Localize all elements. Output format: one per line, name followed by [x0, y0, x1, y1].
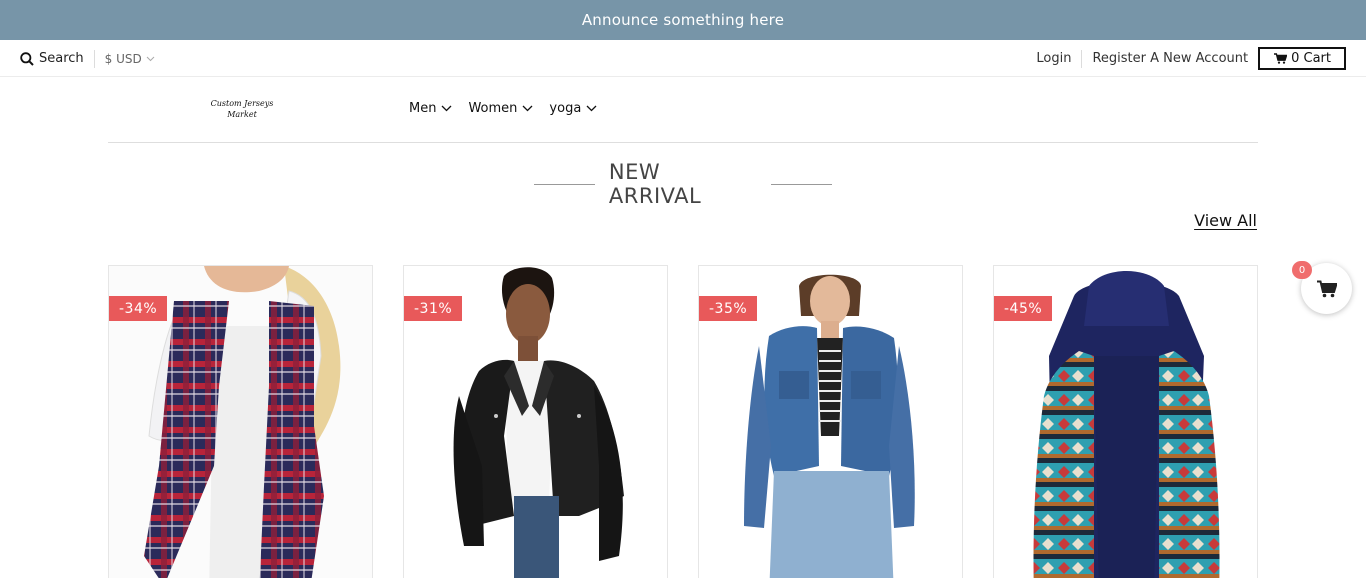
section-heading: NEW ARRIVAL: [534, 160, 832, 208]
announcement-bar: Announce something here: [0, 0, 1366, 40]
section-title: NEW ARRIVAL: [608, 160, 702, 208]
cart-button[interactable]: 0 Cart: [1258, 47, 1346, 70]
discount-badge: -35%: [699, 296, 758, 321]
chevron-down-icon: [146, 56, 155, 61]
divider: [93, 49, 95, 68]
heading-rule: [534, 183, 595, 185]
product-card[interactable]: -35%: [698, 265, 963, 578]
nav-item-men[interactable]: Men: [409, 101, 452, 116]
product-card[interactable]: -34%: [108, 265, 373, 578]
search-icon: [20, 51, 34, 66]
logo-line-1: Custom Jerseys: [210, 99, 274, 108]
logo-line-2: Market: [227, 110, 257, 119]
product-card[interactable]: -31%: [403, 265, 668, 578]
discount-badge: -45%: [994, 296, 1053, 321]
cart-icon: [1316, 280, 1337, 297]
register-link[interactable]: Register A New Account: [1092, 51, 1248, 66]
nav-item-label: yoga: [549, 100, 582, 116]
heading-rule: [771, 183, 832, 185]
chevron-down-icon: [586, 105, 597, 111]
nav-item-label: Men: [409, 100, 437, 116]
nav-item-women[interactable]: Women: [468, 101, 533, 116]
main-nav: Men Women yoga: [409, 98, 613, 118]
currency-value: $ USD: [104, 51, 142, 66]
search-label: Search: [39, 51, 84, 66]
product-card[interactable]: -45%: [993, 265, 1258, 578]
search-button[interactable]: Search: [20, 51, 84, 66]
chevron-down-icon: [442, 105, 452, 111]
currency-selector[interactable]: $ USD: [105, 52, 155, 66]
store-logo[interactable]: Custom Jerseys Market: [196, 98, 288, 120]
top-utility-bar: Search $ USD Login Register A New Accoun…: [0, 40, 1366, 77]
nav-item-yoga[interactable]: yoga: [549, 101, 597, 116]
view-all-link[interactable]: View All: [1194, 211, 1257, 230]
discount-badge: -31%: [404, 296, 463, 321]
login-link[interactable]: Login: [1036, 51, 1071, 66]
cart-label: 0 Cart: [1291, 51, 1331, 66]
cart-icon: [1274, 53, 1288, 64]
header-divider: [108, 142, 1258, 143]
discount-badge: -34%: [109, 296, 168, 321]
cart-count-badge: 0: [1292, 261, 1312, 279]
announcement-text: Announce something here: [581, 11, 785, 29]
divider: [1081, 49, 1083, 68]
chevron-down-icon: [522, 105, 533, 111]
nav-item-label: Women: [468, 100, 518, 116]
